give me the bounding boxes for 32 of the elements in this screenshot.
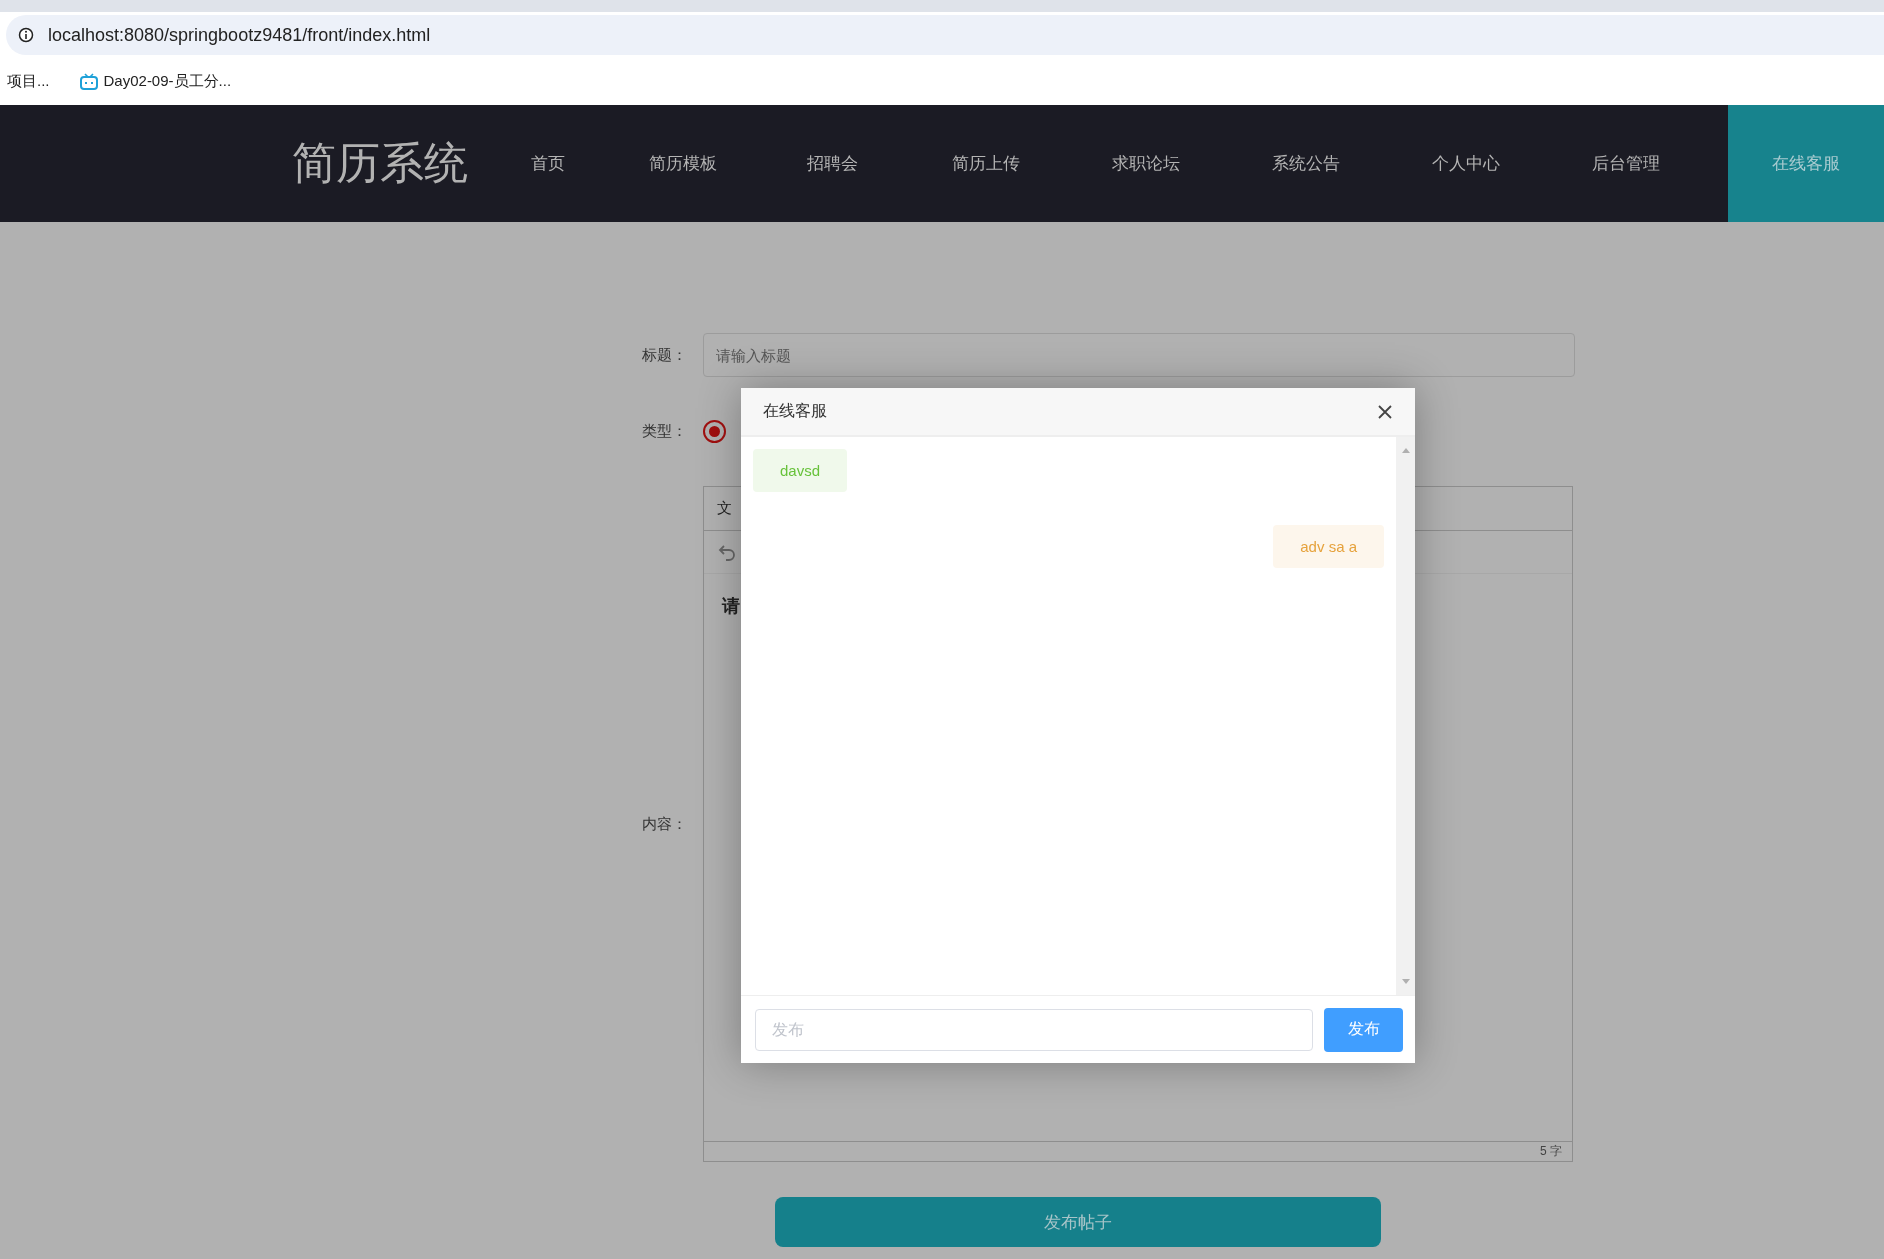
nav-item[interactable]: 系统公告: [1226, 105, 1386, 222]
nav-item[interactable]: 后台管理: [1546, 105, 1706, 222]
undo-icon[interactable]: [717, 542, 737, 562]
nav-item[interactable]: 首页: [488, 105, 608, 222]
site-logo[interactable]: 简历系统: [292, 134, 468, 193]
dialog-title: 在线客服: [763, 401, 827, 421]
field-label: 标题：: [642, 345, 688, 365]
nav-item[interactable]: 简历上传: [906, 105, 1066, 222]
editor-text: 请: [722, 596, 740, 616]
field-label: 类型：: [642, 421, 688, 441]
field-label: 内容：: [642, 814, 688, 834]
info-icon[interactable]: [18, 27, 34, 43]
scroll-up-icon[interactable]: [1401, 447, 1410, 453]
nav-item[interactable]: 招聘会: [758, 105, 906, 222]
word-count: 5 字: [1540, 1143, 1562, 1160]
scroll-down-icon[interactable]: [1401, 979, 1410, 985]
radio-button[interactable]: [703, 419, 726, 443]
nav-item[interactable]: 简历模板: [608, 105, 758, 222]
bookmark[interactable]: Day02-09-员工分...: [79, 72, 232, 91]
bookmark[interactable]: 项目...: [7, 72, 50, 91]
menu-item[interactable]: 文: [717, 499, 732, 518]
message-input[interactable]: 发布: [755, 1008, 1313, 1051]
title-input[interactable]: 请输入标题: [703, 333, 1575, 377]
url-text: localhost:8080/springbootz9481/front/index.html: [48, 24, 431, 46]
nav-item[interactable]: 求职论坛: [1066, 105, 1226, 222]
scrollbar[interactable]: [1396, 437, 1415, 995]
chat-bubble: davsd: [753, 449, 848, 492]
address-bar[interactable]: localhost:8080/springbootz9481/front/index.html: [6, 15, 1884, 55]
chat-bubble: adv sa a: [1273, 525, 1384, 568]
nav-item[interactable]: 个人中心: [1386, 105, 1546, 222]
tv-icon: [79, 73, 98, 90]
close-icon[interactable]: [1377, 403, 1393, 420]
